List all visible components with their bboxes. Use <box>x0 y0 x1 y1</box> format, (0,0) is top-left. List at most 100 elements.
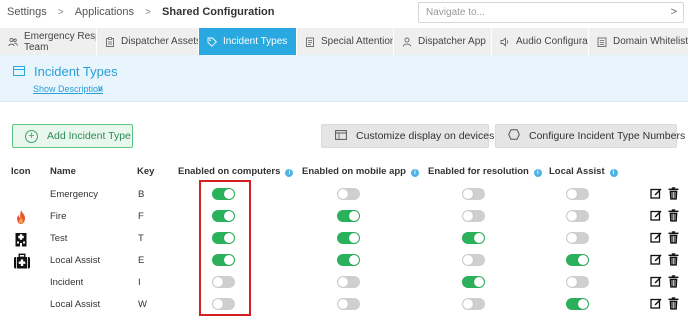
tab-label-line2: Team <box>24 41 49 53</box>
trash-icon[interactable] <box>668 253 680 267</box>
column-header-key: Key <box>137 166 155 177</box>
tag-icon <box>207 37 217 47</box>
navigate-to-input[interactable] <box>419 3 659 22</box>
tab-emergency-response-team[interactable]: Emergency ResponseTeam <box>0 28 97 55</box>
empty-icon-cell <box>13 275 29 291</box>
customize-display-button[interactable]: Customize display on devices <box>321 124 494 148</box>
tab-label: Special Attentions <box>321 36 394 47</box>
table-row: Test T <box>0 228 688 250</box>
toggle-local-assist[interactable] <box>566 276 589 288</box>
clipboard-icon <box>105 36 115 47</box>
hospital-icon <box>13 231 29 247</box>
incident-name: Test <box>50 233 68 244</box>
note-icon <box>305 37 315 47</box>
column-header-mobile-label: Enabled on mobile app <box>302 166 406 177</box>
edit-icon[interactable] <box>650 187 662 201</box>
column-header-resolution-label: Enabled for resolution <box>428 166 529 177</box>
tab-special-attentions[interactable]: Special Attentions <box>297 28 394 55</box>
tab-label-line1: Emergency Response <box>24 30 96 42</box>
toggle-mobile[interactable] <box>337 254 360 266</box>
navigate-to-box[interactable]: > <box>418 2 684 23</box>
breadcrumb-current: Shared Configuration <box>162 6 275 19</box>
incident-key: T <box>138 233 144 244</box>
toggle-local-assist[interactable] <box>566 188 589 200</box>
trash-icon[interactable] <box>668 209 680 223</box>
add-incident-type-label: Add Incident Type <box>47 130 131 142</box>
configure-incident-type-numbers-label: Configure Incident Type Numbers <box>529 130 686 142</box>
edit-icon[interactable] <box>650 297 662 311</box>
trash-icon[interactable] <box>668 275 680 289</box>
toggle-local-assist[interactable] <box>566 298 589 310</box>
tab-audio-configuration[interactable]: Audio Configuration <box>492 28 589 55</box>
chevron-down-icon[interactable]: ∨ <box>97 83 104 94</box>
incident-name: Local Assist <box>50 255 101 266</box>
tab-label: Emergency ResponseTeam <box>24 30 96 53</box>
column-header-mobile: Enabled on mobile app i <box>302 166 419 177</box>
table-header: Icon Name Key Enabled on computers i Enab… <box>0 166 688 180</box>
toggle-resolution[interactable] <box>462 276 485 288</box>
list-icon <box>597 37 607 47</box>
edit-icon[interactable] <box>650 209 662 223</box>
users-icon <box>8 37 18 47</box>
toggle-local-assist[interactable] <box>566 210 589 222</box>
tab-dispatcher-assets[interactable]: Dispatcher Assets <box>97 28 199 55</box>
tab-label: Dispatcher App <box>418 36 486 47</box>
plus-circle-icon: + <box>25 129 38 143</box>
edit-icon[interactable] <box>650 231 662 245</box>
empty-icon-cell <box>13 187 29 203</box>
toggle-resolution[interactable] <box>462 188 485 200</box>
info-icon[interactable]: i <box>285 169 294 177</box>
toggle-computers[interactable] <box>212 232 235 244</box>
trash-icon[interactable] <box>668 231 680 245</box>
column-header-local-assist-label: Local Assist <box>549 166 605 177</box>
toggle-computers[interactable] <box>212 210 235 222</box>
toggle-computers[interactable] <box>212 188 235 200</box>
add-incident-type-button[interactable]: + Add Incident Type <box>12 124 133 148</box>
toggle-resolution[interactable] <box>462 210 485 222</box>
toggle-resolution[interactable] <box>462 232 485 244</box>
incident-key: W <box>138 299 147 310</box>
info-icon[interactable]: i <box>410 169 419 177</box>
info-icon[interactable]: i <box>533 169 542 177</box>
toggle-resolution[interactable] <box>462 254 485 266</box>
breadcrumb: Settings > Applications > Shared Configu… <box>7 6 274 18</box>
tab-label: Incident Types <box>223 36 288 47</box>
tab-domain-whitelist[interactable]: Domain Whitelist <box>589 28 688 55</box>
section-header: Incident Types Show Description ∨ <box>0 55 688 102</box>
tab-incident-types[interactable]: Incident Types <box>199 28 297 55</box>
incident-name: Local Assist <box>50 299 101 310</box>
incident-key: E <box>138 255 145 266</box>
breadcrumb-applications[interactable]: Applications <box>75 6 134 18</box>
customize-display-label: Customize display on devices <box>356 130 495 142</box>
toggle-computers[interactable] <box>212 254 235 266</box>
configure-incident-type-numbers-button[interactable]: Configure Incident Type Numbers <box>495 124 685 148</box>
incident-key: F <box>138 211 144 222</box>
edit-icon[interactable] <box>650 275 662 289</box>
show-description-link[interactable]: Show Description <box>33 84 103 94</box>
table-row: Fire F <box>0 206 688 228</box>
table-row: Local Assist W <box>0 294 688 316</box>
toggle-mobile[interactable] <box>337 276 360 288</box>
edit-icon[interactable] <box>650 253 662 267</box>
chevron-right-icon[interactable]: > <box>671 6 677 18</box>
info-icon[interactable]: i <box>609 169 618 177</box>
toggle-local-assist[interactable] <box>566 232 589 244</box>
toggle-mobile[interactable] <box>337 188 360 200</box>
toggle-local-assist[interactable] <box>566 254 589 266</box>
breadcrumb-settings[interactable]: Settings <box>7 6 47 18</box>
column-header-name: Name <box>50 166 76 177</box>
breadcrumb-separator: > <box>145 6 151 18</box>
user-icon <box>402 37 412 47</box>
incident-name: Fire <box>50 211 67 222</box>
toggle-mobile[interactable] <box>337 232 360 244</box>
toggle-resolution[interactable] <box>462 298 485 310</box>
toggle-computers[interactable] <box>212 276 235 288</box>
toggle-mobile[interactable] <box>337 210 360 222</box>
toggle-mobile[interactable] <box>337 298 360 310</box>
toggle-computers[interactable] <box>212 298 235 310</box>
hexagon-icon <box>508 129 520 143</box>
trash-icon[interactable] <box>668 297 680 311</box>
tab-dispatcher-app[interactable]: Dispatcher App <box>394 28 492 55</box>
incident-key: B <box>138 189 145 200</box>
trash-icon[interactable] <box>668 187 680 201</box>
